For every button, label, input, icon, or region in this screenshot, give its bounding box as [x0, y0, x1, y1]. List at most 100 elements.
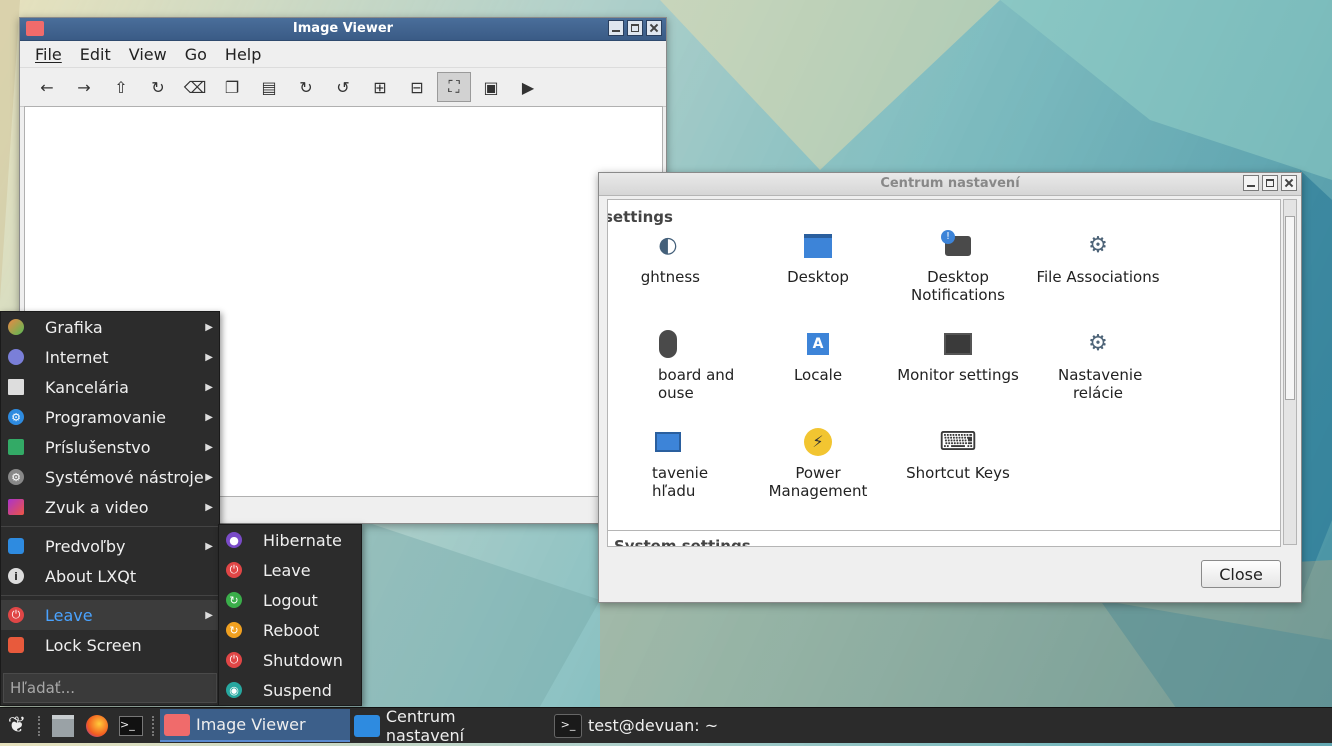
paste-icon[interactable]: ▤ [252, 72, 286, 102]
menu-item-systemove-nastroje[interactable]: ⚙ Systémové nástroje ▶ [1, 462, 219, 492]
chevron-right-icon: ▶ [205, 411, 213, 423]
chevron-right-icon: ▶ [205, 321, 213, 333]
image-viewer-app-icon [164, 713, 190, 736]
brightness-icon: ◐ [658, 233, 678, 258]
taskbar-separator [38, 715, 42, 736]
menu-view[interactable]: View [120, 45, 176, 64]
reload-icon[interactable]: ↻ [141, 72, 175, 102]
leave-item-logout[interactable]: ↻ Logout [219, 585, 361, 615]
mouse-icon [654, 330, 682, 358]
settings-item-shortcut-keys[interactable]: ⌨ Shortcut Keys [888, 428, 1028, 482]
menu-item-grafika[interactable]: Grafika ▶ [1, 312, 219, 342]
appearance-icon [654, 428, 682, 456]
task-image-viewer[interactable]: Image Viewer [160, 709, 350, 742]
forward-arrow-icon[interactable]: → [67, 72, 101, 102]
menu-file[interactable]: File [26, 45, 71, 64]
settings-item-notifications[interactable]: ! Desktop Notifications [888, 230, 1028, 304]
settings-item-monitor[interactable]: Monitor settings [888, 330, 1028, 384]
menu-item-programovanie[interactable]: ⚙ Programovanie ▶ [1, 402, 219, 432]
minimize-button[interactable] [608, 20, 624, 36]
settings-scrollbar[interactable] [1283, 199, 1297, 545]
zoom-in-icon[interactable]: ⊞ [363, 72, 397, 102]
terminal-icon: >_ [554, 713, 582, 738]
menu-item-lock-screen[interactable]: Lock Screen [1, 630, 219, 660]
menu-go[interactable]: Go [176, 45, 216, 64]
upload-icon[interactable]: ⇧ [104, 72, 138, 102]
fit-to-window-icon[interactable]: ⛶ [437, 72, 471, 102]
maximize-button[interactable] [627, 20, 643, 36]
gear-icon: ⚙ [1088, 331, 1108, 356]
menu-help[interactable]: Help [216, 45, 270, 64]
settings-titlebar[interactable]: Centrum nastavení [599, 173, 1301, 196]
settings-window: Centrum nastavení settings ◐ ghtness Des… [598, 172, 1302, 603]
settings-title: Centrum nastavení [880, 176, 1020, 191]
menu-separator [1, 595, 219, 596]
menu-item-about[interactable]: i About LXQt [1, 561, 219, 591]
settings-item-locale[interactable]: A Locale [748, 330, 888, 384]
chevron-right-icon: ▶ [205, 540, 213, 552]
maximize-button[interactable] [1262, 175, 1278, 191]
delete-icon[interactable]: ⌫ [178, 72, 212, 102]
image-viewer-titlebar[interactable]: Image Viewer [20, 18, 666, 41]
leave-item-hibernate[interactable]: ● Hibernate [219, 525, 361, 555]
back-arrow-icon[interactable]: ← [30, 72, 64, 102]
preferences-icon [8, 538, 24, 554]
search-box[interactable] [3, 673, 217, 703]
development-icon: ⚙ [8, 409, 24, 425]
settings-item-power[interactable]: ⚡ Power Management [748, 428, 888, 500]
lock-icon [8, 637, 24, 653]
window-title: Image Viewer [292, 21, 394, 36]
zoom-out-icon[interactable]: ⊟ [400, 72, 434, 102]
menu-item-leave[interactable]: ⏻ Leave ▶ [1, 600, 219, 630]
menu-item-prislusenstvo[interactable]: Príslušenstvo ▶ [1, 432, 219, 462]
terminal-icon[interactable]: >_ [117, 712, 145, 740]
task-terminal[interactable]: >_ test@devuan: ~ [550, 709, 730, 742]
minimize-button[interactable] [1243, 175, 1259, 191]
close-window-button[interactable] [1281, 175, 1297, 191]
settings-item-brightness[interactable]: ◐ ghtness [608, 232, 738, 287]
task-settings[interactable]: Centrum nastavení [350, 707, 550, 745]
chevron-right-icon: ▶ [205, 501, 213, 513]
original-size-icon[interactable]: ▣ [474, 72, 508, 102]
group-title: settings [607, 208, 673, 226]
settings-item-keyboard-mouse[interactable]: board and ouse [608, 330, 738, 402]
desktop-icon [804, 232, 832, 260]
play-slideshow-icon[interactable]: ▶ [511, 72, 545, 102]
settings-item-file-associations[interactable]: ⚙ File Associations [1028, 232, 1168, 287]
taskbar-separator [152, 715, 156, 736]
leave-item-shutdown[interactable]: ⏻ Shutdown [219, 645, 361, 675]
leave-item-reboot[interactable]: ↻ Reboot [219, 615, 361, 645]
rotate-left-icon[interactable]: ↺ [326, 72, 360, 102]
start-menu-icon[interactable]: ❦ [3, 712, 31, 740]
close-button[interactable]: Close [1201, 560, 1281, 588]
info-icon: i [8, 568, 24, 584]
hibernate-icon: ● [226, 532, 242, 548]
suspend-icon: ◉ [226, 682, 242, 698]
menu-edit[interactable]: Edit [71, 45, 120, 64]
settings-item-session[interactable]: ⚙ Nastavenie relácie [1028, 330, 1168, 403]
leave-item-leave[interactable]: ⏻ Leave [219, 555, 361, 585]
keyboard-icon: ⌨ [939, 427, 977, 457]
shutdown-icon: ⏻ [226, 652, 242, 668]
menubar: File Edit View Go Help [20, 41, 666, 67]
chevron-right-icon: ▶ [205, 609, 213, 621]
menu-item-zvuk-a-video[interactable]: Zvuk a video ▶ [1, 492, 219, 522]
copy-icon[interactable]: ❐ [215, 72, 249, 102]
accessories-icon [8, 439, 24, 455]
chevron-right-icon: ▶ [205, 471, 213, 483]
settings-item-desktop[interactable]: Desktop [748, 232, 888, 286]
firefox-icon[interactable] [83, 712, 111, 740]
scrollbar-thumb[interactable] [1285, 216, 1295, 400]
settings-item-appearance[interactable]: tavenie hľadu [608, 428, 738, 500]
menu-item-internet[interactable]: Internet ▶ [1, 342, 219, 372]
menu-item-kancelaria[interactable]: Kancelária ▶ [1, 372, 219, 402]
close-window-button[interactable] [646, 20, 662, 36]
menu-item-predvolby[interactable]: Predvoľby ▶ [1, 531, 219, 561]
taskbar: ❦ >_ Image Viewer Centrum nastavení >_ t… [0, 707, 1332, 745]
file-manager-icon[interactable] [49, 712, 77, 740]
search-input[interactable] [4, 674, 216, 702]
leave-item-suspend[interactable]: ◉ Suspend [219, 675, 361, 705]
power-icon: ⏻ [8, 607, 24, 623]
power-icon: ⏻ [226, 562, 242, 578]
rotate-right-icon[interactable]: ↻ [289, 72, 323, 102]
